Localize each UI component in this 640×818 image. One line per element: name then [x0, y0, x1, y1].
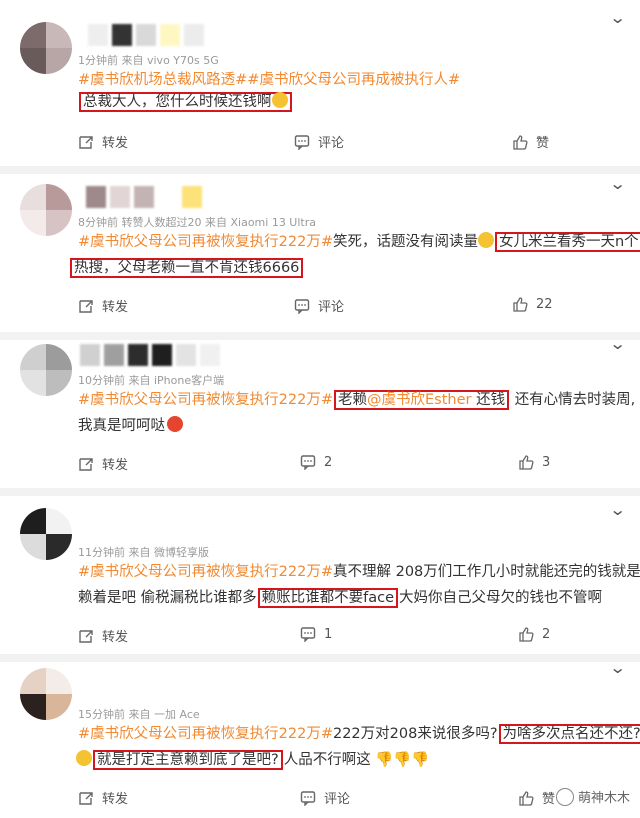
comment-meta: 11分钟前 来自 微博轻享版 — [78, 546, 209, 559]
repost-icon — [78, 134, 94, 150]
avatar[interactable] — [20, 344, 72, 396]
chevron-down-icon[interactable]: ⌄ — [609, 658, 626, 677]
watermark-logo-icon — [555, 787, 574, 806]
like-icon — [518, 626, 534, 642]
comment-button[interactable]: 评论 — [294, 132, 344, 151]
comment-icon — [300, 790, 316, 807]
highlight-box: 热搜，父母老赖一直不肯还钱6666 — [70, 258, 304, 278]
highlight-box: 就是打定主意赖到底了是吧? — [93, 750, 283, 770]
comment-icon — [294, 298, 310, 315]
comment-card-3: ⌄ 10分钟前 来自 iPhone客户端 #虞书欣父母公司再被恢复执行222万#… — [0, 334, 640, 488]
action-bar: 转发 评论 22 — [78, 296, 598, 318]
separator — [0, 654, 640, 662]
repost-button[interactable]: 转发 — [78, 454, 128, 473]
like-button[interactable]: 2 — [518, 626, 550, 642]
repost-icon — [78, 298, 94, 314]
like-icon — [518, 454, 534, 470]
chevron-down-icon[interactable]: ⌄ — [609, 334, 626, 353]
username-blurred[interactable] — [86, 186, 202, 208]
hashtag[interactable]: #虞书欣父母公司再被恢复执行222万# — [78, 234, 333, 250]
comment-text-line2: 我真是呵呵哒 — [78, 416, 183, 436]
repost-button[interactable]: 转发 — [78, 626, 128, 645]
comment-text-line2: 赖着是吧 偷税漏税比谁都多 赖账比谁都不要face 大妈你自己父母欠的钱也不管啊 — [78, 588, 602, 608]
emoji-icon — [167, 416, 183, 432]
emoji-icon — [477, 232, 494, 248]
like-icon — [512, 134, 528, 150]
hashtag[interactable]: #虞书欣父母公司再被恢复执行222万# — [78, 726, 333, 742]
comment-text: #虞书欣父母公司再被恢复执行222万#222万对208来说很多吗? 为啥多次点名还… — [78, 724, 640, 744]
emoji-icon — [76, 750, 92, 766]
chevron-down-icon[interactable]: ⌄ — [609, 174, 626, 193]
highlight-box: 赖账比谁都不要face — [257, 588, 398, 608]
repost-button[interactable]: 转发 — [78, 132, 128, 151]
username-blurred[interactable] — [80, 344, 220, 366]
comment-icon — [294, 134, 310, 151]
comment-button[interactable]: 评论 — [300, 788, 350, 807]
like-icon — [518, 790, 534, 806]
comment-meta: 8分钟前 转赞人数超过20 来自 Xiaomi 13 Ultra — [78, 216, 316, 229]
separator — [0, 488, 640, 496]
like-button[interactable]: 22 — [512, 296, 553, 312]
repost-icon — [78, 456, 94, 472]
comment-button[interactable]: 2 — [300, 454, 332, 471]
separator — [0, 332, 640, 340]
avatar[interactable] — [20, 184, 72, 236]
comment-meta: 15分钟前 来自 一加 Ace — [78, 708, 200, 721]
hashtag[interactable]: #虞书欣机场总裁风路透##虞书欣父母公司再成被执行人# — [78, 72, 460, 88]
comment-text-line2: 就是打定主意赖到底了是吧? 人品不行啊这 👎👎👎 — [76, 750, 430, 770]
comment-button[interactable]: 1 — [300, 626, 332, 643]
repost-button[interactable]: 转发 — [78, 788, 128, 807]
action-bar: 转发 1 2 — [78, 626, 598, 648]
highlight-box: 女儿米兰看秀一天n个 — [494, 232, 640, 252]
repost-icon — [78, 790, 94, 806]
comment-icon — [300, 626, 316, 643]
comment-button[interactable]: 评论 — [294, 296, 344, 315]
avatar[interactable] — [20, 508, 72, 560]
chevron-down-icon[interactable]: ⌄ — [609, 8, 626, 27]
separator — [0, 166, 640, 174]
comment-text: 总裁大人，您什么时候还钱啊 — [78, 92, 293, 112]
repost-button[interactable]: 转发 — [78, 296, 128, 315]
like-button[interactable]: 赞 — [512, 132, 549, 151]
comment-card-4: ⌄ 11分钟前 来自 微博轻享版 #虞书欣父母公司再被恢复执行222万#真不理解… — [0, 496, 640, 654]
comment-meta: 1分钟前 来自 vivo Y70s 5G — [78, 54, 219, 67]
action-bar: 转发 评论 赞 — [78, 132, 598, 154]
emoji-icon — [271, 92, 288, 108]
repost-icon — [78, 628, 94, 644]
mention-link[interactable]: @虞书欣Esther — [367, 392, 471, 408]
like-button[interactable]: 3 — [518, 454, 550, 470]
action-bar: 转发 2 3 — [78, 454, 598, 476]
comment-text: #虞书欣父母公司再被恢复执行222万#笑死，话题没有阅读量 女儿米兰看秀一天n个 — [78, 232, 640, 252]
action-bar: 转发 评论 赞 — [78, 788, 598, 810]
comment-card-1: ⌄ 1分钟前 来自 vivo Y70s 5G #虞书欣机场总裁风路透##虞书欣父… — [0, 0, 640, 166]
hashtag[interactable]: #虞书欣父母公司再被恢复执行222万# — [78, 564, 333, 580]
comment-text: #虞书欣父母公司再被恢复执行222万#真不理解 208万们工作几小时就能还完的钱… — [78, 564, 640, 580]
watermark: 萌神木木 — [555, 787, 630, 806]
username-blurred[interactable] — [88, 24, 204, 46]
comment-icon — [300, 454, 316, 471]
avatar[interactable] — [20, 668, 72, 720]
hashtag[interactable]: #虞书欣父母公司再被恢复执行222万# — [78, 392, 333, 408]
avatar[interactable] — [20, 22, 72, 74]
comment-meta: 10分钟前 来自 iPhone客户端 — [78, 374, 225, 387]
comment-text-line2: 热搜，父母老赖一直不肯还钱6666 — [70, 258, 304, 278]
chevron-down-icon[interactable]: ⌄ — [609, 500, 626, 519]
highlight-box: 为啥多次点名还不还? — [498, 724, 640, 744]
comment-tags: #虞书欣机场总裁风路透##虞书欣父母公司再成被执行人# — [78, 70, 460, 90]
like-icon — [512, 296, 528, 312]
highlight-box: 总裁大人，您什么时候还钱啊 — [79, 92, 292, 112]
highlight-box: 老赖@虞书欣Esther 还钱 — [333, 390, 510, 410]
comment-text: #虞书欣父母公司再被恢复执行222万# 老赖@虞书欣Esther 还钱 还有心情去… — [78, 390, 636, 410]
thumbs-down-icon: 👎👎👎 — [370, 752, 430, 768]
comment-card-2: ⌄ 8分钟前 转赞人数超过20 来自 Xiaomi 13 Ultra #虞书欣父… — [0, 174, 640, 332]
like-button[interactable]: 赞 — [518, 788, 555, 807]
comment-card-5: ⌄ 15分钟前 来自 一加 Ace #虞书欣父母公司再被恢复执行222万#222… — [0, 658, 640, 818]
